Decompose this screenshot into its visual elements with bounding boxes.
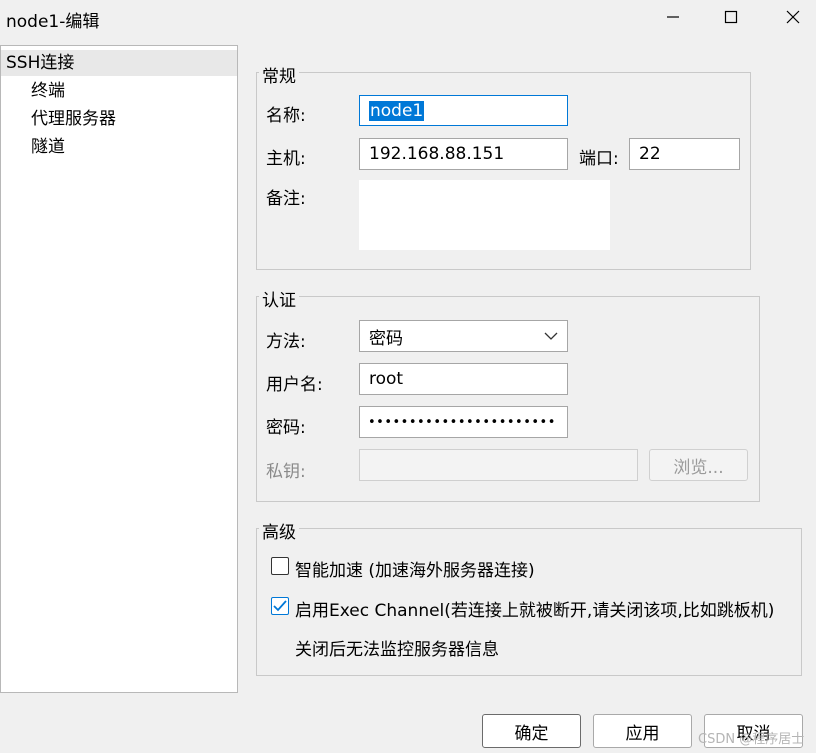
title-bar: node1-编辑 bbox=[0, 0, 816, 36]
maximize-icon bbox=[724, 10, 738, 24]
port-label: 端口: bbox=[579, 149, 619, 169]
close-button[interactable] bbox=[770, 0, 816, 34]
private-key-label: 私钥: bbox=[266, 462, 306, 482]
host-label: 主机: bbox=[266, 149, 306, 169]
checkmark-icon bbox=[273, 600, 287, 612]
advanced-group-title: 高级 bbox=[259, 518, 299, 543]
password-label: 密码: bbox=[266, 418, 306, 438]
minimize-button[interactable] bbox=[650, 0, 696, 34]
close-icon bbox=[786, 10, 800, 24]
apply-button[interactable]: 应用 bbox=[593, 714, 692, 748]
name-input[interactable]: node1 bbox=[359, 95, 568, 126]
exec-channel-note: 关闭后无法监控服务器信息 bbox=[295, 640, 499, 660]
tree-item-tunnel[interactable]: 隧道 bbox=[31, 134, 65, 160]
port-input[interactable]: 22 bbox=[629, 138, 740, 170]
settings-tree: SSH连接 终端 代理服务器 隧道 bbox=[0, 45, 238, 693]
method-select[interactable]: 密码 bbox=[359, 320, 568, 352]
window-title: node1-编辑 bbox=[6, 12, 100, 32]
auth-group-title: 认证 bbox=[259, 286, 299, 311]
method-value: 密码 bbox=[369, 328, 403, 349]
private-key-input bbox=[359, 449, 638, 481]
method-label: 方法: bbox=[266, 332, 306, 352]
username-input[interactable]: root bbox=[359, 363, 568, 395]
chevron-down-icon bbox=[544, 332, 558, 340]
password-input[interactable]: ••••••••••••••••••••••• bbox=[359, 406, 568, 438]
ok-button[interactable]: 确定 bbox=[482, 714, 581, 748]
maximize-button[interactable] bbox=[708, 0, 754, 34]
browse-button: 浏览... bbox=[649, 449, 748, 481]
tree-item-proxy[interactable]: 代理服务器 bbox=[31, 106, 116, 132]
name-label: 名称: bbox=[266, 106, 306, 126]
host-input[interactable]: 192.168.88.151 bbox=[359, 138, 568, 170]
exec-channel-label[interactable]: 启用Exec Channel(若连接上就被断开,请关闭该项,比如跳板机) bbox=[295, 596, 774, 621]
accel-label[interactable]: 智能加速 (加速海外服务器连接) bbox=[295, 556, 535, 581]
note-textarea[interactable] bbox=[359, 180, 610, 250]
tree-item-terminal[interactable]: 终端 bbox=[31, 78, 65, 104]
exec-channel-checkbox[interactable] bbox=[271, 597, 289, 615]
accel-checkbox[interactable] bbox=[271, 557, 289, 575]
name-value: node1 bbox=[369, 100, 425, 121]
username-label: 用户名: bbox=[266, 375, 323, 395]
minimize-icon bbox=[667, 16, 679, 18]
tree-item-ssh[interactable]: SSH连接 bbox=[6, 50, 74, 76]
general-group-title: 常规 bbox=[259, 62, 299, 87]
note-label: 备注: bbox=[266, 189, 306, 209]
watermark: CSDN @程序居士 bbox=[698, 732, 805, 747]
